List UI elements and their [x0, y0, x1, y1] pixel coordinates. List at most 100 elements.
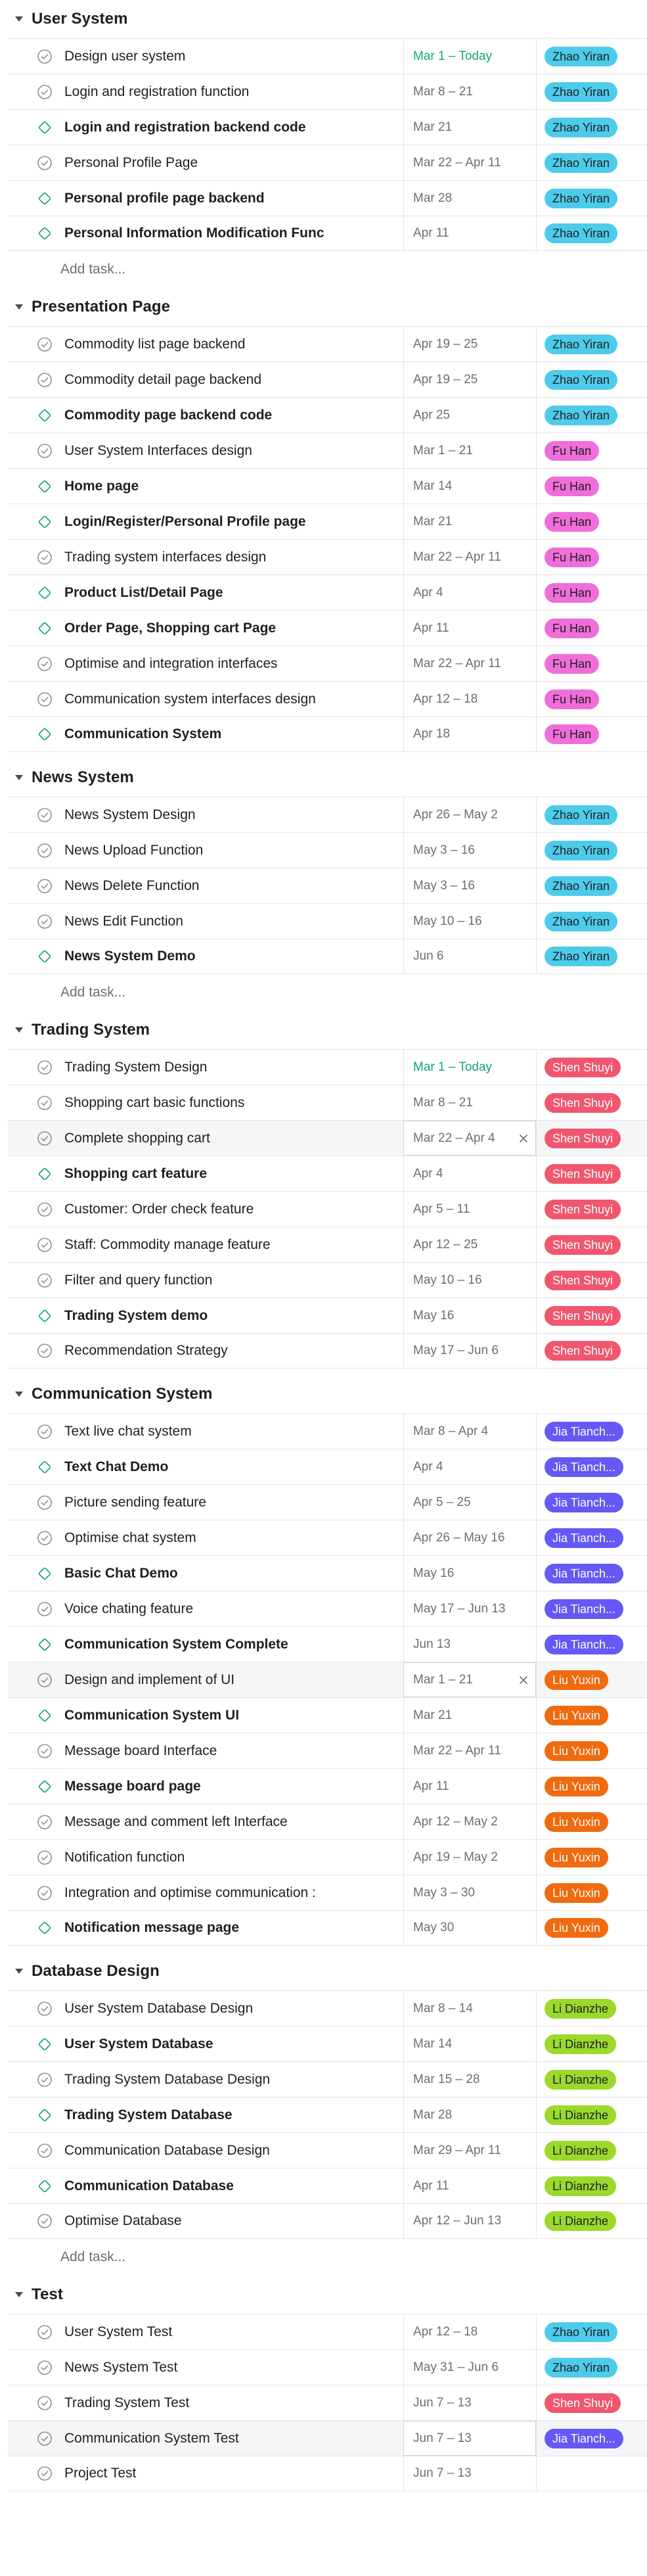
task-row[interactable]: Voice chating feature May 17 – Jun 13 Jia …: [8, 1591, 647, 1626]
task-row[interactable]: Notification message page May 30 Liu Yuxin: [8, 1910, 647, 1946]
assignee-cell[interactable]: Shen Shuyi: [536, 1227, 647, 1262]
due-date-cell[interactable]: Mar 21: [403, 504, 536, 539]
assignee-pill[interactable]: Liu Yuxin: [545, 1883, 608, 1903]
check-circle-icon[interactable]: [32, 833, 58, 868]
check-circle-icon[interactable]: [32, 1263, 58, 1298]
check-circle-icon[interactable]: [32, 1227, 58, 1262]
task-name[interactable]: News Edit Function: [64, 914, 347, 929]
task-name[interactable]: Message and comment left Interface: [64, 1814, 347, 1830]
task-row[interactable]: Commodity list page backend Apr 19 – 25 Zh…: [8, 326, 647, 362]
due-date-cell[interactable]: May 31 – Jun 6: [403, 2350, 536, 2385]
task-name[interactable]: Voice chating feature: [64, 1601, 347, 1617]
assignee-cell[interactable]: Fu Han: [536, 717, 647, 751]
due-date-cell[interactable]: Apr 4: [403, 1156, 536, 1191]
task-row[interactable]: News System Demo Jun 6 Zhao Yiran: [8, 939, 647, 974]
assignee-cell[interactable]: Fu Han: [536, 540, 647, 574]
task-name[interactable]: News System Demo: [64, 948, 347, 964]
assignee-cell[interactable]: Zhao Yiran: [536, 2314, 647, 2349]
check-circle-icon[interactable]: [32, 682, 58, 716]
due-date-cell[interactable]: Apr 11: [403, 2168, 536, 2203]
assignee-pill[interactable]: Zhao Yiran: [545, 405, 618, 425]
task-row[interactable]: Text live chat system Mar 8 – Apr 4 Jia Ti…: [8, 1413, 647, 1449]
due-date-cell[interactable]: Apr 12 – May 2: [403, 1804, 536, 1839]
due-date-cell[interactable]: May 17 – Jun 13: [403, 1591, 536, 1626]
due-date-cell[interactable]: May 3 – 16: [403, 833, 536, 868]
milestone-diamond-icon[interactable]: [32, 110, 58, 145]
caret-down-icon[interactable]: [14, 302, 24, 312]
task-row[interactable]: Trading system interfaces design Mar 22 –…: [8, 539, 647, 574]
task-name[interactable]: Shopping cart basic functions: [64, 1095, 347, 1111]
due-date-cell[interactable]: Apr 4: [403, 1449, 536, 1484]
assignee-cell[interactable]: Li Dianzhe: [536, 2097, 647, 2132]
check-circle-icon[interactable]: [32, 1591, 58, 1626]
task-name[interactable]: News System Test: [64, 2360, 347, 2376]
assignee-pill[interactable]: Zhao Yiran: [545, 2322, 618, 2342]
task-row[interactable]: News System Design Apr 26 – May 2 Zhao Yir…: [8, 797, 647, 832]
assignee-pill[interactable]: Zhao Yiran: [545, 947, 618, 966]
task-name[interactable]: Text Chat Demo: [64, 1459, 347, 1475]
task-name[interactable]: News System Design: [64, 807, 347, 823]
task-row[interactable]: Optimise and integration interfaces Mar 2…: [8, 645, 647, 681]
due-date-cell[interactable]: Jun 7 – 13: [403, 2456, 536, 2491]
assignee-cell[interactable]: Li Dianzhe: [536, 2204, 647, 2238]
assignee-cell[interactable]: Liu Yuxin: [536, 1840, 647, 1875]
check-circle-icon[interactable]: [32, 1520, 58, 1555]
milestone-diamond-icon[interactable]: [32, 216, 58, 250]
assignee-pill[interactable]: Shen Shuyi: [545, 1305, 621, 1326]
check-circle-icon[interactable]: [32, 646, 58, 681]
assignee-pill[interactable]: Liu Yuxin: [545, 1812, 608, 1832]
caret-down-icon[interactable]: [14, 2290, 24, 2299]
assignee-cell[interactable]: Jia Tianch...: [536, 1449, 647, 1484]
assignee-cell[interactable]: Li Dianzhe: [536, 2133, 647, 2168]
task-name[interactable]: Staff: Commodity manage feature: [64, 1237, 347, 1253]
due-date-cell[interactable]: Mar 1 – 21: [403, 1662, 536, 1697]
assignee-pill[interactable]: Li Dianzhe: [545, 2211, 617, 2231]
task-row[interactable]: Complete shopping cart Mar 22 – Apr 4 Shen…: [8, 1120, 647, 1156]
assignee-pill[interactable]: Fu Han: [545, 653, 600, 674]
task-name[interactable]: Customer: Order check feature: [64, 1202, 347, 1217]
task-row[interactable]: Login/Register/Personal Profile page Mar …: [8, 503, 647, 539]
caret-down-icon[interactable]: [14, 1390, 24, 1399]
assignee-cell[interactable]: Li Dianzhe: [536, 2026, 647, 2061]
assignee-pill[interactable]: Zhao Yiran: [545, 334, 618, 354]
assignee-pill[interactable]: Fu Han: [545, 618, 600, 638]
task-row[interactable]: Commodity detail page backend Apr 19 – 25…: [8, 362, 647, 397]
task-name[interactable]: Communication Database Design: [64, 2143, 347, 2159]
assignee-pill[interactable]: Fu Han: [545, 476, 600, 496]
task-row[interactable]: Text Chat Demo Apr 4 Jia Tianch...: [8, 1449, 647, 1484]
check-circle-icon[interactable]: [32, 327, 58, 362]
check-circle-icon[interactable]: [32, 1485, 58, 1520]
task-name[interactable]: User System Database: [64, 2036, 347, 2052]
task-row[interactable]: Personal Information Modification Func Ap…: [8, 216, 647, 251]
task-row[interactable]: User System Test Apr 12 – 18 Zhao Yiran: [8, 2314, 647, 2349]
assignee-pill[interactable]: Li Dianzhe: [545, 1998, 617, 2019]
check-circle-icon[interactable]: [32, 1050, 58, 1085]
milestone-diamond-icon[interactable]: [32, 1556, 58, 1591]
task-name[interactable]: Picture sending feature: [64, 1495, 347, 1510]
milestone-diamond-icon[interactable]: [32, 1156, 58, 1191]
assignee-cell[interactable]: Jia Tianch...: [536, 1556, 647, 1591]
task-name[interactable]: Trading System Test: [64, 2395, 347, 2411]
assignee-pill[interactable]: Jia Tianch...: [545, 1563, 624, 1583]
due-date-cell[interactable]: Mar 1 – 21: [403, 433, 536, 468]
due-date-cell[interactable]: Mar 14: [403, 2026, 536, 2061]
assignee-pill[interactable]: Shen Shuyi: [545, 1057, 621, 1077]
due-date-cell[interactable]: Jun 7 – 13: [403, 2385, 536, 2420]
task-row[interactable]: Design and implement of UI Mar 1 – 21 Liu …: [8, 1662, 647, 1697]
assignee-pill[interactable]: Liu Yuxin: [545, 1741, 608, 1761]
due-date-cell[interactable]: Apr 11: [403, 611, 536, 645]
due-date-cell[interactable]: Apr 11: [403, 216, 536, 250]
assignee-pill[interactable]: Li Dianzhe: [545, 2069, 617, 2090]
due-date-cell[interactable]: Apr 12 – 18: [403, 682, 536, 716]
assignee-cell[interactable]: Zhao Yiran: [536, 74, 647, 109]
task-name[interactable]: Notification function: [64, 1850, 347, 1865]
check-circle-icon[interactable]: [32, 868, 58, 903]
assignee-cell[interactable]: Zhao Yiran: [536, 216, 647, 250]
due-date-cell[interactable]: Mar 21: [403, 1698, 536, 1733]
milestone-diamond-icon[interactable]: [32, 1449, 58, 1484]
due-date-cell[interactable]: Mar 28: [403, 2097, 536, 2132]
check-circle-icon[interactable]: [32, 1085, 58, 1120]
due-date-cell[interactable]: May 17 – Jun 6: [403, 1334, 536, 1368]
assignee-cell[interactable]: Liu Yuxin: [536, 1769, 647, 1804]
task-name[interactable]: Commodity list page backend: [64, 337, 347, 352]
